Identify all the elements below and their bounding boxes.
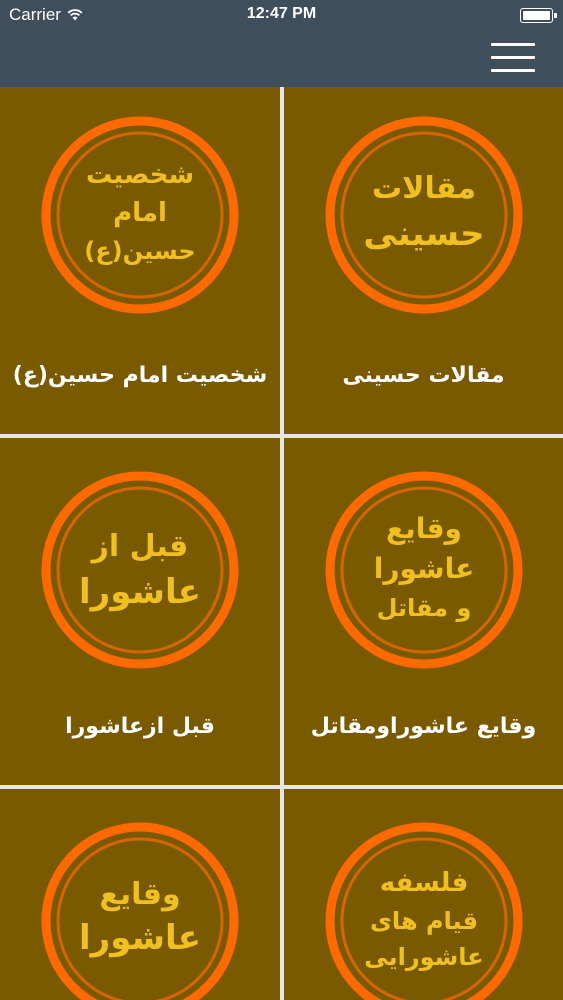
emblem-line: عاشورا — [373, 552, 473, 585]
emblem-line: عاشورایی — [364, 943, 483, 971]
tile-falsafe-ghiam[interactable]: فلسفه قیام های عاشورایی — [284, 789, 563, 1000]
nav-bar — [0, 30, 563, 87]
emblem-icon: وقایع عاشورا — [41, 822, 239, 1000]
emblem-icon: شخصیت امام حسین(ع) — [41, 116, 239, 314]
tile-maghalat-hosseini[interactable]: مقالات حسینی مقالات حسینی — [284, 87, 563, 434]
category-grid: شخصیت امام حسین(ع) شخصیت امام حسین(ع) مق… — [0, 87, 563, 1000]
status-time: 12:47 PM — [246, 5, 317, 22]
tile-ghabl-az-ashura[interactable]: قبل از عاشورا قبل ازعاشورا — [0, 438, 280, 785]
emblem-icon: مقالات حسینی — [325, 116, 522, 314]
tile-vaghaye-ashura-maghatel[interactable]: وقایع عاشورا و مقاتل وقایع عاشوراومقاتل — [284, 438, 563, 785]
emblem-line: قبل از — [90, 529, 189, 564]
tile-vaghaye-ashura[interactable]: وقایع عاشورا — [0, 789, 280, 1000]
emblem-line: عاشورا — [79, 572, 201, 612]
emblem-line: فلسفه — [379, 868, 468, 898]
emblem-line: وقایع — [99, 877, 180, 912]
tile-label: شخصیت امام حسین(ع) — [12, 363, 268, 388]
battery-icon — [520, 8, 557, 23]
emblem-line: قیام های — [369, 907, 477, 935]
emblem-icon: قبل از عاشورا — [41, 471, 239, 669]
hamburger-menu-icon[interactable] — [491, 43, 535, 73]
emblem-icon: وقایع عاشورا و مقاتل — [325, 471, 522, 669]
menu-line — [491, 56, 535, 59]
menu-line — [491, 43, 535, 46]
emblem-line: مقالات — [372, 171, 476, 206]
menu-line — [491, 69, 535, 72]
emblem-line: شخصیت — [86, 160, 194, 190]
tile-label: قبل ازعاشورا — [65, 714, 215, 739]
emblem-line: حسین(ع) — [84, 237, 195, 265]
tile-shakhsiat-imam-hossein[interactable]: شخصیت امام حسین(ع) شخصیت امام حسین(ع) — [0, 87, 280, 434]
tile-label: وقایع عاشوراومقاتل — [310, 714, 537, 739]
emblem-icon: فلسفه قیام های عاشورایی — [325, 822, 522, 1000]
status-bar: Carrier 12:47 PM — [0, 0, 563, 30]
emblem-line: امام — [113, 198, 167, 228]
emblem-line: و مقاتل — [376, 594, 471, 622]
emblem-line: عاشورا — [79, 918, 201, 958]
emblem-line: حسینی — [363, 214, 484, 254]
emblem-line: وقایع — [386, 512, 462, 545]
tile-label: مقالات حسینی — [342, 363, 505, 388]
